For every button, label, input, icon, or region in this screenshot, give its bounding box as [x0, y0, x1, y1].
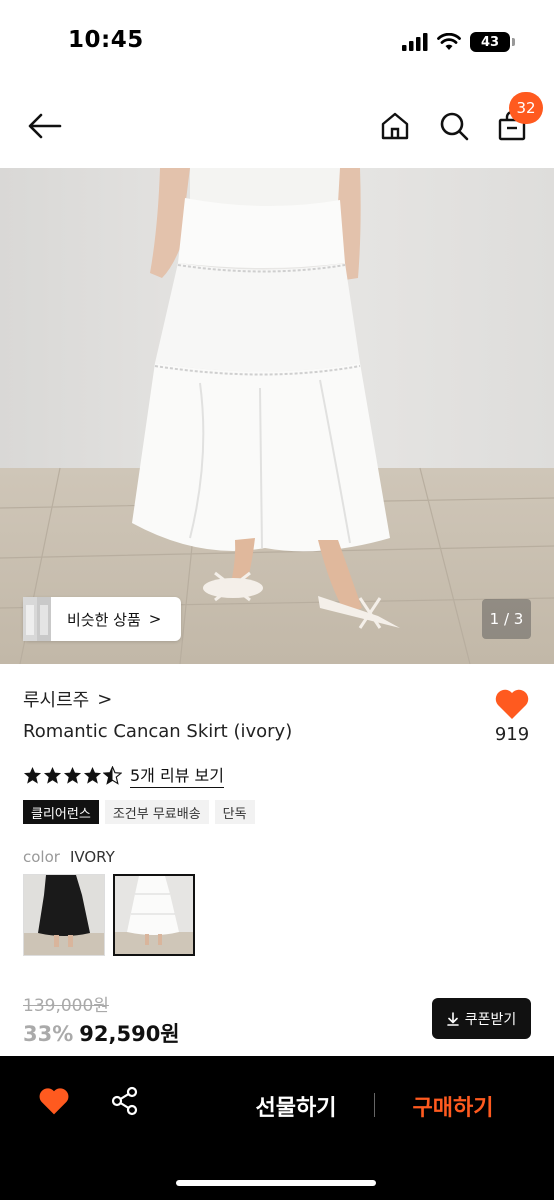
- similar-thumbnails: [23, 597, 51, 641]
- rating-row: 5개 리뷰 보기: [23, 762, 224, 788]
- search-icon: [440, 112, 469, 141]
- wishlist-button[interactable]: 919: [490, 688, 534, 745]
- bottom-action-bar: 선물하기 구매하기: [0, 1056, 554, 1200]
- star-icon: [23, 766, 42, 784]
- signal-icon: [402, 33, 428, 51]
- product-photo: [0, 168, 554, 664]
- similar-products-button[interactable]: 비슷한 상품 >: [23, 597, 181, 641]
- color-label: color: [23, 848, 60, 866]
- discount-rate: 33%: [23, 1022, 74, 1046]
- back-arrow-icon: [28, 113, 62, 139]
- product-title: Romantic Cancan Skirt (ivory): [23, 721, 293, 742]
- heart-icon: [39, 1088, 69, 1115]
- heart-icon: [495, 689, 529, 719]
- coupon-label: 쿠폰받기: [464, 1011, 517, 1028]
- brand-name: 루시르주: [23, 690, 90, 711]
- color-selector-label: color IVORY: [23, 848, 115, 866]
- search-button[interactable]: [434, 106, 474, 146]
- coupon-download-button[interactable]: 쿠폰받기: [432, 998, 531, 1039]
- review-link[interactable]: 5개 리뷰 보기: [130, 762, 224, 788]
- download-icon: [446, 1011, 459, 1026]
- tag-free-shipping: 조건부 무료배송: [104, 800, 209, 824]
- share-button[interactable]: [110, 1086, 140, 1120]
- app-header: [0, 84, 554, 168]
- battery-indicator: 43: [470, 32, 515, 52]
- buy-button[interactable]: 구매하기: [396, 1086, 510, 1126]
- ivory-skirt-thumbnail: [115, 876, 193, 954]
- status-icons: 43: [402, 30, 515, 54]
- half-star-icon: [103, 765, 122, 785]
- star-icon: [83, 766, 102, 784]
- cart-count-badge: 32: [509, 92, 543, 124]
- star-icon: [63, 766, 82, 784]
- color-swatch-black[interactable]: [23, 874, 105, 956]
- wifi-icon: [437, 33, 461, 50]
- star-rating: [23, 765, 122, 785]
- sale-price: 92,590원: [79, 1022, 180, 1046]
- back-button[interactable]: [24, 106, 66, 146]
- wishlist-count: 919: [494, 724, 530, 745]
- black-skirt-thumbnail: [24, 875, 104, 955]
- product-image[interactable]: [0, 168, 554, 664]
- share-icon: [111, 1086, 138, 1116]
- bottom-wishlist-button[interactable]: [38, 1086, 70, 1120]
- original-price: 139,000원: [23, 996, 109, 1016]
- color-swatch-ivory[interactable]: [113, 874, 195, 956]
- home-icon: [381, 112, 409, 140]
- tag-exclusive: 단독: [214, 800, 255, 824]
- star-icon: [43, 766, 62, 784]
- gift-button[interactable]: 선물하기: [240, 1086, 352, 1126]
- chevron-right-icon: >: [97, 688, 113, 710]
- image-counter: 1 / 3: [482, 599, 531, 639]
- similar-thumbnail-image: [23, 597, 51, 641]
- color-value: IVORY: [69, 848, 115, 866]
- brand-link[interactable]: 루시르주 >: [23, 686, 112, 712]
- chevron-right-icon: >: [148, 610, 162, 628]
- battery-level: 43: [480, 34, 500, 50]
- price-row: 33% 92,590원: [23, 1018, 180, 1048]
- status-bar: 10:45 43: [0, 0, 554, 84]
- home-indicator: [176, 1180, 376, 1186]
- tag-clearance: 클리어런스: [23, 800, 99, 824]
- product-tags: 클리어런스 조건부 무료배송 단독: [23, 800, 255, 824]
- divider: [374, 1093, 375, 1117]
- status-time: 10:45: [68, 27, 144, 53]
- similar-products-label: 비슷한 상품: [67, 610, 141, 629]
- home-button[interactable]: [375, 106, 415, 146]
